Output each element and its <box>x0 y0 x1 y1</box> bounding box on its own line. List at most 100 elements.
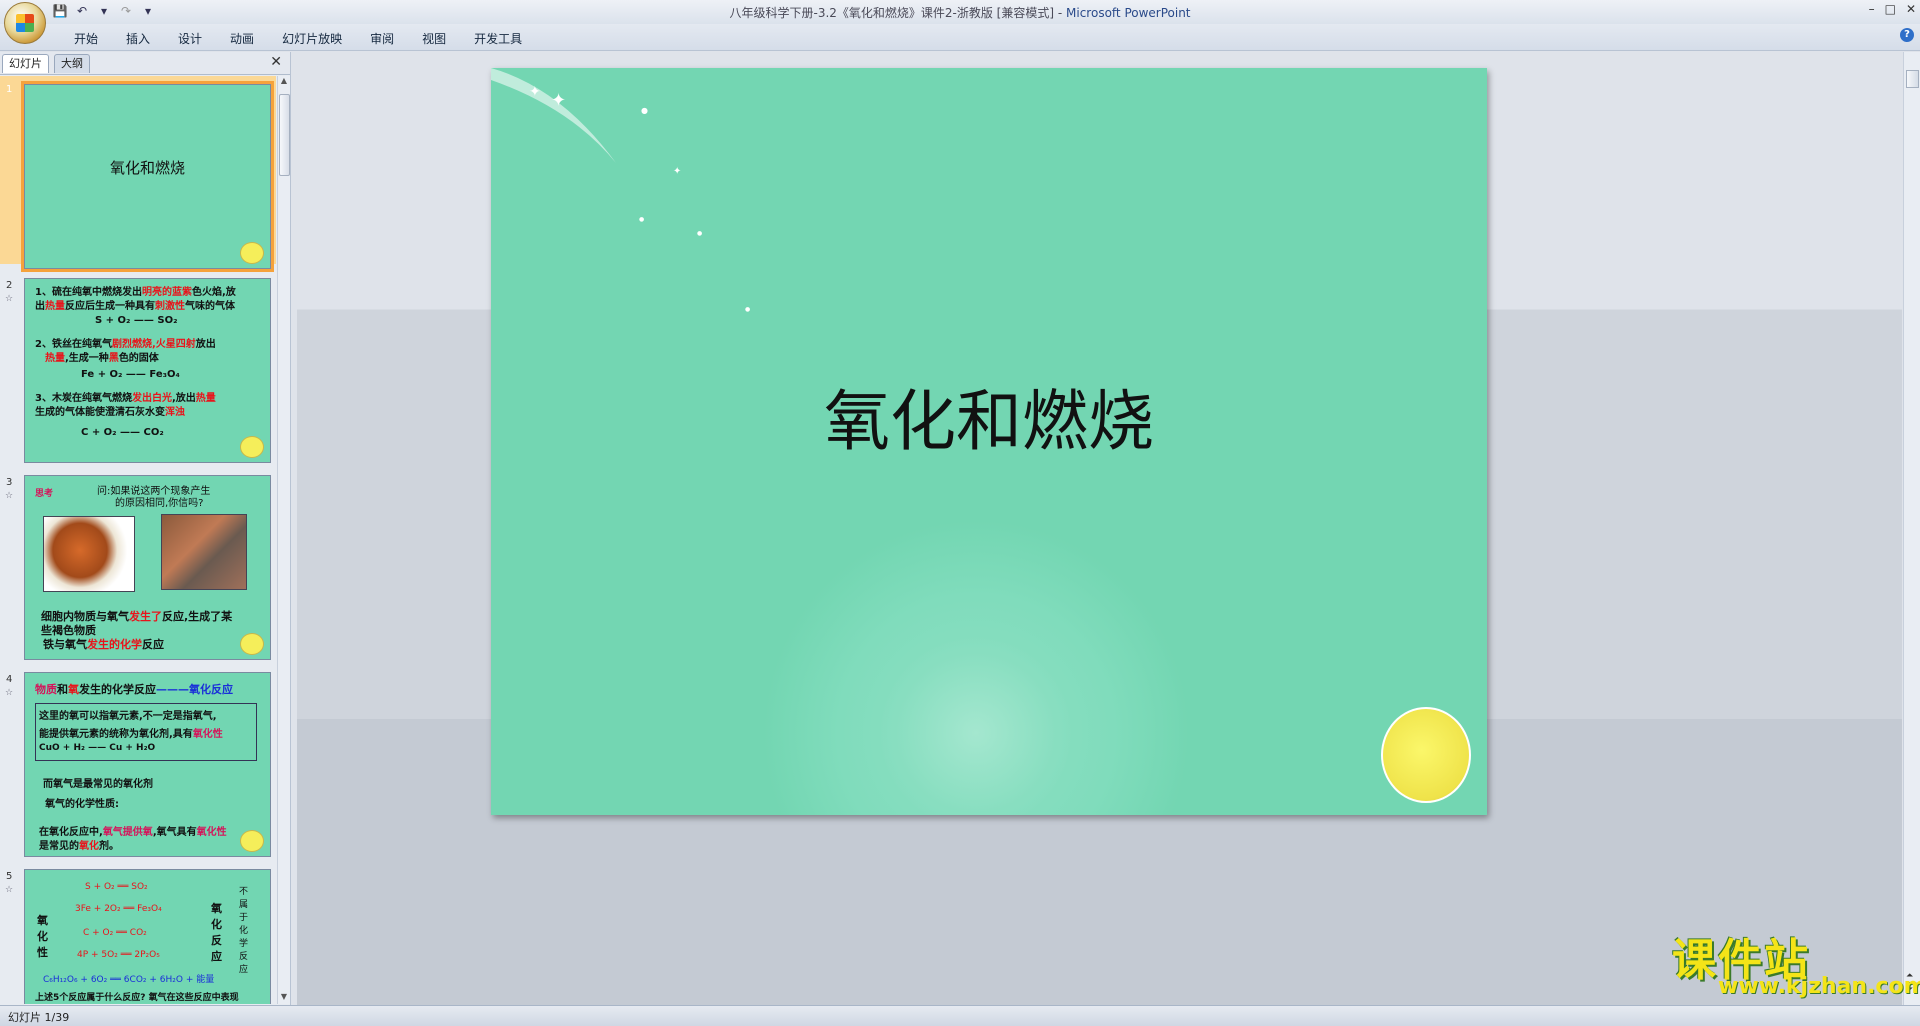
text-run-magenta: 氧化性 <box>192 729 223 740</box>
text-run: 和 <box>57 683 68 696</box>
animation-star-icon: ☆ <box>5 491 14 501</box>
tab-animations[interactable]: 动画 <box>216 30 268 47</box>
text-run-red: 热量 <box>45 301 65 312</box>
tab-insert[interactable]: 插入 <box>112 30 164 47</box>
office-button[interactable] <box>4 2 46 44</box>
text-run: 反应,生成了某 <box>162 610 233 623</box>
animation-star-icon: ☆ <box>5 688 14 698</box>
text-run: 反应 <box>142 638 164 651</box>
text-run: 色的固体 <box>118 353 159 364</box>
tab-design[interactable]: 设计 <box>164 30 216 47</box>
slide-counter: 幻灯片 1/39 <box>8 1011 70 1024</box>
thumb-line: 能提供氧元素的统称为氧化剂,具有氧化性 <box>39 725 223 740</box>
text-run: 生成的气体能使澄清石灰水变 <box>35 407 165 418</box>
thumb-line: 生成的气体能使澄清石灰水变浑浊 <box>35 403 185 418</box>
current-slide[interactable]: ✦ ✦ ● ✦ ● ● ● 氧化和燃烧 <box>491 68 1487 815</box>
watermark-url: www.kjzhan.com <box>1718 974 1920 999</box>
text-run: ,氧气具有 <box>152 827 197 838</box>
text-run-red: 刺激性 <box>155 301 185 312</box>
maximize-button[interactable]: □ <box>1885 2 1896 16</box>
thumbnail-slide-3[interactable]: 3 ☆ 思考 问:如果说这两个现象产生 的原因相同,你信吗? 细胞内物质与氧气发… <box>0 469 276 660</box>
slide-title[interactable]: 氧化和燃烧 <box>491 368 1487 464</box>
background-halo-inner <box>881 638 1071 815</box>
pane-tabs: 幻灯片 大纲 ✕ <box>0 52 290 75</box>
tab-home[interactable]: 开始 <box>60 30 112 47</box>
equation: CuO + H₂ —— Cu + H₂O <box>39 743 156 753</box>
question-line-2: 的原因相同,你信吗? <box>115 498 204 509</box>
lemon-icon <box>1381 707 1471 803</box>
tab-review[interactable]: 审阅 <box>356 30 408 47</box>
office-logo-icon <box>16 14 34 32</box>
equation: S + O₂ —— SO₂ <box>95 315 178 326</box>
side-label: 氧化性 <box>37 914 48 959</box>
lemon-icon <box>240 830 264 852</box>
thumbnail-slide-2[interactable]: 2 ☆ 1、硫在纯氧中燃烧发出明亮的蓝紫色火焰,放 出热量反应后生成一种具有刺激… <box>0 272 276 463</box>
slides-pane: 幻灯片 大纲 ✕ 1 氧化和燃烧 2 ☆ 1、硫在纯氧中燃烧发出明亮的蓝紫色火焰… <box>0 52 291 1005</box>
text-run: 出 <box>35 301 45 312</box>
scroll-up-icon[interactable]: ▲ <box>278 76 290 88</box>
sparkle-icon: ✦ <box>551 90 567 111</box>
ribbon-tabs: 开始 插入 设计 动画 幻灯片放映 审阅 视图 开发工具 <box>60 30 536 47</box>
thumb-line: 热量,生成一种黑色的固体 <box>45 349 159 364</box>
close-button[interactable]: ✕ <box>1906 2 1916 16</box>
text-run: 放出 <box>195 339 216 350</box>
text-run-red: 发生的化学 <box>87 638 142 651</box>
slide-number: 3 <box>6 477 13 488</box>
help-icon[interactable]: ? <box>1900 28 1914 42</box>
pane-close-icon[interactable]: ✕ <box>270 54 282 70</box>
ribbon: 开始 插入 设计 动画 幻灯片放映 审阅 视图 开发工具 ? <box>0 24 1920 51</box>
slide-number: 1 <box>6 84 13 95</box>
thumb-line: 铁与氧气发生的化学反应 <box>43 636 164 652</box>
slide-thumbnails: 1 氧化和燃烧 2 ☆ 1、硫在纯氧中燃烧发出明亮的蓝紫色火焰,放 出热量反应后… <box>0 76 276 1004</box>
tab-outline[interactable]: 大纲 <box>54 54 90 73</box>
text-run-blue: ———氧化反应 <box>156 683 233 696</box>
minimize-button[interactable]: – <box>1869 2 1875 16</box>
pane-scrollbar[interactable]: ▲ ▼ <box>277 76 290 1004</box>
think-tag: 思考 <box>35 489 54 499</box>
thumb-title: 氧化和燃烧 <box>109 159 185 177</box>
scroll-down-icon[interactable]: ▼ <box>278 992 290 1004</box>
tab-slideshow[interactable]: 幻灯片放映 <box>268 30 356 47</box>
slide-preview[interactable]: 思考 问:如果说这两个现象产生 的原因相同,你信吗? 细胞内物质与氧气发生了反应… <box>24 475 271 660</box>
animation-star-icon: ☆ <box>5 294 14 304</box>
side-label: 氧化反应 <box>211 902 222 963</box>
text-run: 剂。 <box>99 841 119 852</box>
sparkle-icon: ✦ <box>529 84 541 100</box>
equation: C + O₂ ══ CO₂ <box>83 928 147 938</box>
text-run-red: 热量 <box>195 393 216 404</box>
scroll-thumb[interactable] <box>1906 70 1919 88</box>
text-run-red: 发生了 <box>129 610 162 623</box>
text-run-magenta: 氧化性 <box>196 827 227 838</box>
slide-preview[interactable]: 物质和氧发生的化学反应———氧化反应 这里的氧可以指氧元素,不一定是指氧气, 能… <box>24 672 271 857</box>
text-run-magenta: 物质 <box>35 683 57 696</box>
lemon-icon <box>240 436 264 458</box>
tab-view[interactable]: 视图 <box>408 30 460 47</box>
equation: C₆H₁₂O₆ + 6O₂ ══ 6CO₂ + 6H₂O + 能量 <box>43 975 215 985</box>
slide-preview[interactable]: S + O₂ ══ SO₂ 3Fe + 2O₂ ══ Fe₃O₄ C + O₂ … <box>24 869 271 1004</box>
thumb-line: 这里的氧可以指氧元素,不一定是指氧气, <box>39 711 217 722</box>
window-title-app: Microsoft PowerPoint <box>1066 6 1191 20</box>
slide-preview[interactable]: 1、硫在纯氧中燃烧发出明亮的蓝紫色火焰,放 出热量反应后生成一种具有刺激性气味的… <box>24 278 271 463</box>
animation-star-icon: ☆ <box>5 885 14 895</box>
slide-scrollbar[interactable]: ⏶ ⏷ <box>1903 52 1920 1005</box>
thumbnail-slide-5[interactable]: 5 ☆ S + O₂ ══ SO₂ 3Fe + 2O₂ ══ Fe₃O₄ C +… <box>0 863 276 1004</box>
window-title-doc: 八年级科学下册-3.2《氧化和燃烧》课件2-浙教版 [兼容模式] - <box>729 6 1067 20</box>
comet-decoration <box>491 68 616 163</box>
thumbnail-slide-4[interactable]: 4 ☆ 物质和氧发生的化学反应———氧化反应 这里的氧可以指氧元素,不一定是指氧… <box>0 666 276 857</box>
thumb-line: 上述5个反应属于什么反应? 氧气在这些反应中表现 <box>35 993 239 1003</box>
text-run-red: 浑浊 <box>165 407 185 418</box>
thumb-line: 2、铁丝在纯氧气剧烈燃烧,火星四射放出 <box>35 335 216 350</box>
sparkle-icon: ● <box>745 306 751 313</box>
equation: S + O₂ ══ SO₂ <box>85 882 148 892</box>
thumbnail-slide-1[interactable]: 1 氧化和燃烧 <box>0 76 276 272</box>
sparkle-icon: ● <box>639 216 645 223</box>
scroll-thumb[interactable] <box>279 94 290 176</box>
text-run-red: 热量 <box>45 353 65 364</box>
tab-developer[interactable]: 开发工具 <box>460 30 536 47</box>
thumb-line: 而氧气是最常见的氧化剂 <box>43 779 153 790</box>
thumb-heading: 物质和氧发生的化学反应———氧化反应 <box>35 681 233 697</box>
text-run: 反应后生成一种具有 <box>65 301 155 312</box>
slide-preview[interactable]: 氧化和燃烧 <box>21 81 274 272</box>
site-watermark: 课件站 www.kjzhan.com <box>1672 924 1920 1002</box>
tab-slides[interactable]: 幻灯片 <box>2 54 49 73</box>
